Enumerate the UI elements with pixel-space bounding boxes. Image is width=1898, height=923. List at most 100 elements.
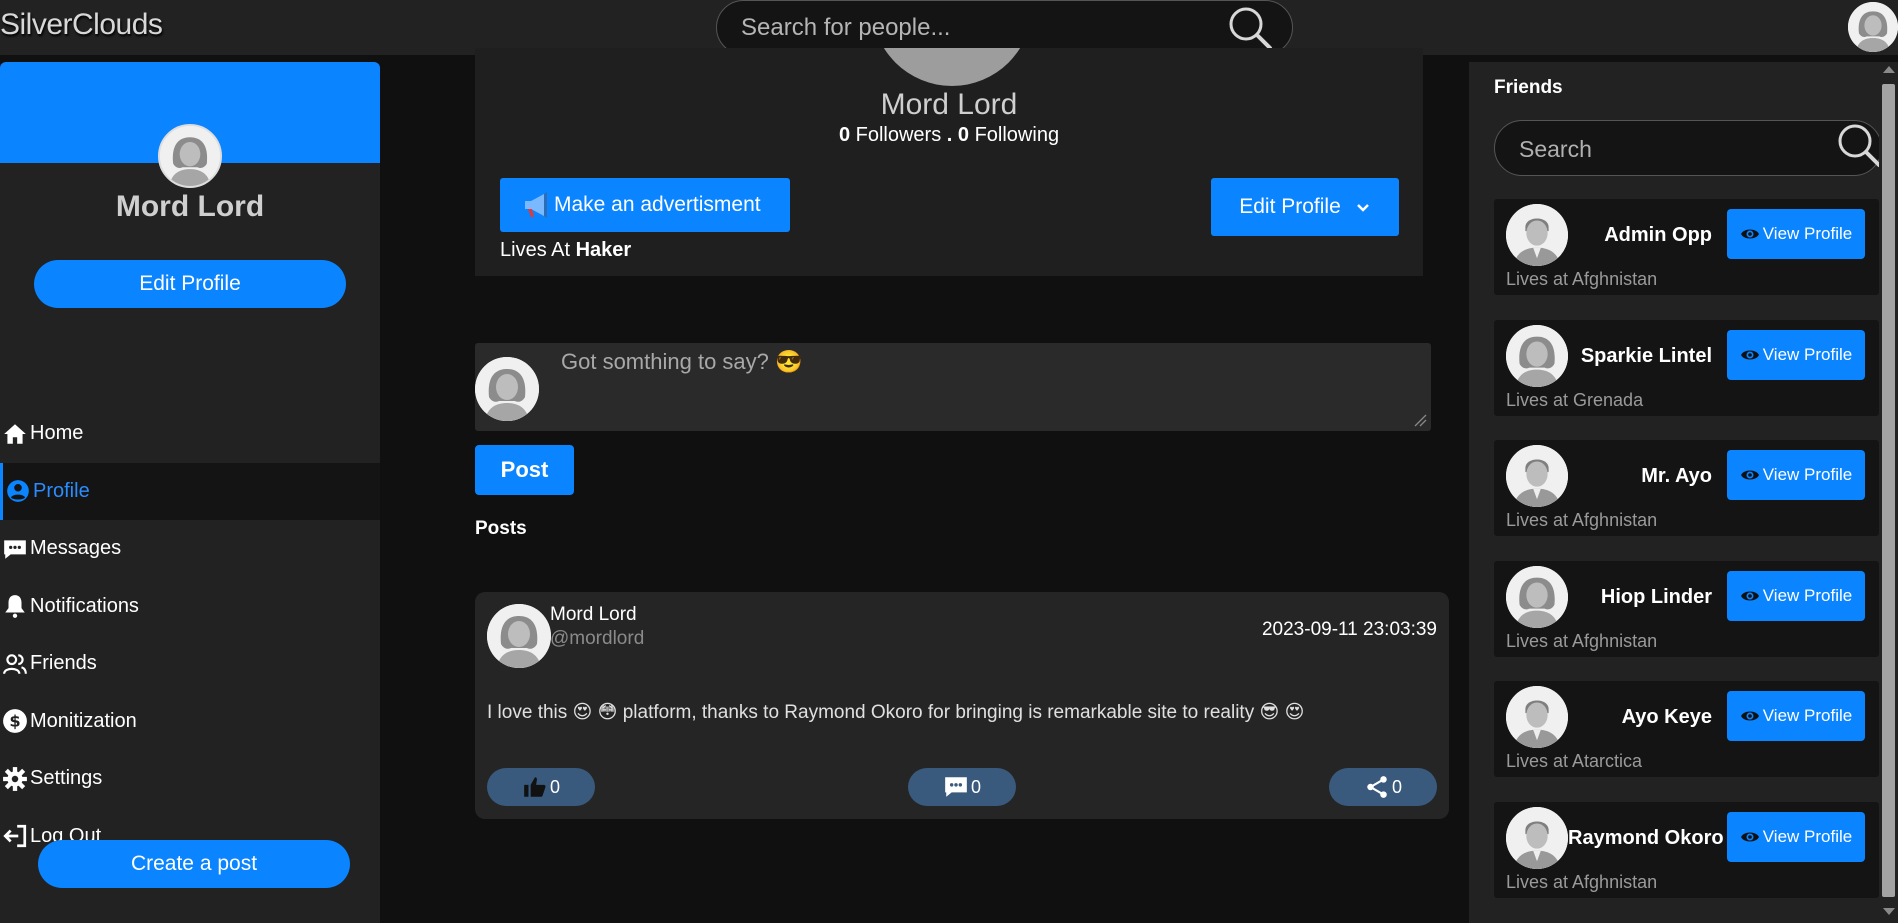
friend-avatar [1506,686,1568,748]
megaphone-icon [525,192,547,218]
friends-search-input[interactable] [1519,134,1819,164]
people-search[interactable] [716,0,1293,55]
friend-avatar [1506,445,1568,507]
message-icon [4,540,26,559]
post-card: Mord Lord @mordlord 2023-09-11 23:03:39 … [475,592,1449,819]
make-advert-button[interactable]: Make an advertisment [500,178,790,232]
sidebar-edit-profile-button[interactable]: Edit Profile [34,260,346,308]
friend-location: Lives at Afghnistan [1506,269,1658,289]
search-icon[interactable] [1835,121,1885,171]
sidebar-item-friends[interactable]: Friends [0,635,380,693]
sidebar-item-profile[interactable]: Profile [0,462,380,520]
scroll-down-arrow-icon[interactable] [1883,908,1895,915]
users-icon [3,654,27,674]
lives-at: Lives At Haker [500,239,631,262]
sidebar-item-label: Monitization [30,709,137,732]
share-icon [1367,776,1387,798]
people-search-input[interactable] [741,13,1211,43]
following-label[interactable]: Following [975,124,1059,146]
comment-button[interactable]: 0 [908,768,1016,806]
friend-location: Lives at Afghnistan [1506,872,1658,892]
sidebar-item-label: Notifications [30,594,139,617]
friend-location: Lives at Afghnistan [1506,510,1658,530]
logout-icon [3,825,27,848]
share-button[interactable]: 0 [1329,768,1437,806]
friend-location: Lives at Grenada [1506,390,1644,410]
friend-name: Admin Opp [1604,224,1712,246]
sidebar-item-notifications[interactable]: Notifications [0,578,380,636]
view-profile-label: View Profile [1762,586,1853,605]
lives-prefix: Lives At [500,239,571,261]
friends-search[interactable] [1494,120,1882,176]
friend-card: Sparkie Lintel Lives at Grenada View Pro… [1494,320,1879,416]
post-author-avatar[interactable] [487,604,551,668]
friend-name: Hiop Linder [1600,586,1712,608]
view-profile-button[interactable]: View Profile [1727,571,1865,621]
friend-name: Mr. Ayo [1641,465,1712,487]
view-profile-button[interactable]: View Profile [1727,812,1865,862]
view-profile-button[interactable]: View Profile [1727,691,1865,741]
sidebar-user-name: Mord Lord [115,190,265,223]
friends-title: Friends [1494,77,1563,98]
resize-grip-icon[interactable] [1413,413,1427,427]
view-profile-button[interactable]: View Profile [1727,209,1865,259]
post-text: I love this 😍 😳 platform, thanks to Raym… [487,702,1305,723]
sidebar-nav: Home Profile Messages Notifications Frie… [0,405,380,865]
friend-card: Mr. Ayo Lives at Afghnistan View Profile [1494,440,1879,536]
view-profile-label: View Profile [1762,465,1853,484]
view-profile-button[interactable]: View Profile [1727,330,1865,380]
friend-location: Lives at Atarctica [1506,751,1643,771]
friend-avatar [1506,325,1568,387]
view-profile-label: View Profile [1762,224,1853,243]
friend-name: Sparkie Lintel [1580,345,1712,367]
sidebar-item-messages[interactable]: Messages [0,520,380,578]
search-icon[interactable] [1226,4,1274,52]
scroll-up-arrow-icon[interactable] [1883,66,1895,73]
sidebar-item-monitization[interactable]: $ Monitization [0,693,380,751]
friend-card: Admin Opp Lives at Afghnistan View Profi… [1494,199,1879,295]
friends-panel: Friends Admin Opp Lives at Afghnistan Vi… [1469,62,1882,923]
friend-avatar [1506,566,1568,628]
friend-card: Raymond Okoro Lives at Afghnistan View P… [1494,802,1879,898]
view-profile-label: View Profile [1762,345,1853,364]
gear-icon [3,766,27,791]
friend-avatar [1506,807,1568,869]
comment-count: 0 [970,776,981,797]
top-bar: SilverClouds [0,0,1898,55]
user-avatar[interactable] [1848,2,1898,52]
edit-profile-label: Edit Profile [1239,195,1341,218]
followers-label[interactable]: Followers [856,124,942,146]
sidebar-item-home[interactable]: Home [0,405,380,463]
followers-count: 0 [838,124,851,146]
view-profile-label: View Profile [1762,706,1853,725]
post-composer [475,343,1431,431]
svg-text:$: $ [9,712,20,731]
friend-avatar [1506,204,1568,266]
like-button[interactable]: 0 [487,768,595,806]
sidebar-item-label: Friends [30,652,97,675]
thumbs-up-icon [524,777,546,797]
eye-icon [1740,591,1759,601]
friend-name: Raymond Okoro [1568,827,1724,849]
brand-logo[interactable]: SilverClouds [0,8,163,42]
view-profile-button[interactable]: View Profile [1727,450,1865,500]
eye-icon [1740,711,1759,721]
eye-icon [1740,350,1759,360]
post-textarea[interactable] [561,349,1411,421]
sidebar-item-settings[interactable]: Settings [0,750,380,808]
scrollbar[interactable] [1879,62,1898,923]
edit-profile-dropdown[interactable]: Edit Profile [1211,178,1399,236]
bell-icon [5,595,25,619]
share-count: 0 [1391,776,1402,797]
friend-location: Lives at Afghnistan [1506,631,1658,651]
post-button[interactable]: Post [475,445,574,495]
sidebar-avatar [158,124,222,188]
chevron-down-icon [1356,204,1369,212]
sidebar-item-label: Home [30,422,84,445]
like-count: 0 [549,776,560,797]
view-profile-label: View Profile [1762,827,1853,846]
post-author-name[interactable]: Mord Lord [550,604,637,626]
scroll-thumb[interactable] [1882,84,1895,897]
create-post-button[interactable]: Create a post [38,840,350,888]
sidebar-item-label: Profile [33,479,90,502]
